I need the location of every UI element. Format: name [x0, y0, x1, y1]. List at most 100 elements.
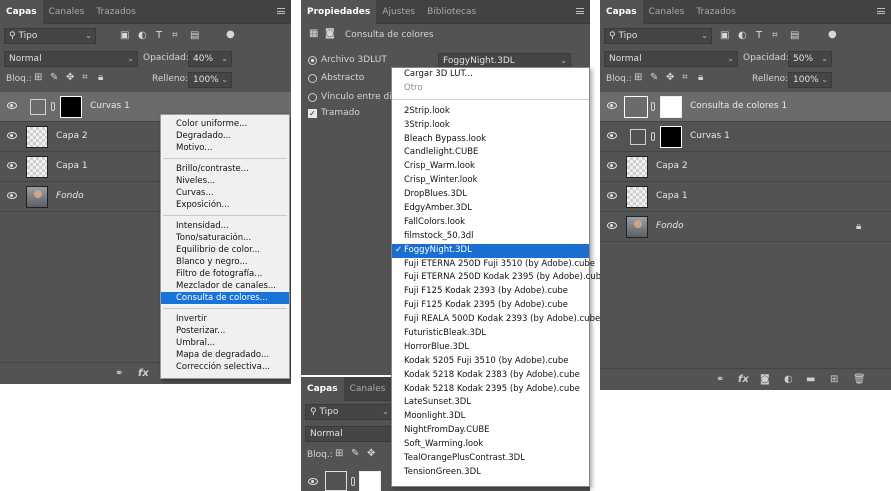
eye-icon[interactable] — [7, 162, 17, 169]
eye-icon[interactable] — [7, 102, 17, 109]
menu-item[interactable]: Umbral... — [161, 337, 289, 349]
filter-toggle-icon[interactable]: ● — [828, 30, 837, 40]
menu-item[interactable]: Exposición... — [161, 199, 289, 211]
dropdown-item[interactable]: Moonlight.3DL — [392, 410, 589, 424]
dropdown-item-selected[interactable]: ✓ FoggyNight.3DL — [392, 243, 589, 258]
dropdown-item[interactable]: TealOrangePlusContrast.3DL — [392, 452, 589, 466]
panel-menu-icon[interactable] — [277, 8, 285, 14]
eye-icon[interactable] — [607, 132, 617, 139]
lock-move-icon[interactable]: ✥ — [66, 73, 74, 83]
dropdown-item[interactable]: Fuji F125 Kodak 2393 (by Adobe).cube — [392, 285, 589, 299]
dropdown-item[interactable]: EdgyAmber.3DL — [392, 202, 589, 216]
dropdown-item[interactable]: TensionGreen.3DL — [392, 466, 589, 480]
menu-item[interactable]: Brillo/contraste... — [161, 163, 289, 175]
tab-trazados[interactable]: Trazados — [90, 0, 142, 24]
menu-item[interactable]: Color uniforme... — [161, 118, 289, 130]
filter-smart-icon[interactable]: ▤ — [790, 31, 799, 41]
lock-icon[interactable]: 🔒︎ — [698, 73, 703, 83]
layer-row[interactable]: Capa 2 — [600, 152, 891, 182]
dropdown-item[interactable]: Fuji ETERNA 250D Fuji 3510 (by Adobe).cu… — [392, 258, 595, 272]
filter-type-icon[interactable]: T — [756, 31, 762, 41]
fill-input[interactable]: 100% ⌄ — [188, 72, 232, 88]
dropdown-item[interactable]: HorrorBlue.3DL — [392, 341, 589, 355]
link-icon[interactable] — [351, 477, 355, 486]
menu-item[interactable]: Invertir — [161, 313, 289, 325]
opacity-input[interactable]: 50% ⌄ — [788, 51, 832, 67]
radio-vinculo[interactable] — [308, 93, 317, 102]
tab-trazados[interactable]: Trazados — [690, 0, 742, 24]
link-icon[interactable] — [651, 132, 655, 141]
radio-abstracto-label[interactable]: Abstracto — [321, 73, 364, 83]
lock-artboard-icon[interactable]: ⌗ — [682, 73, 688, 83]
lock-brush-icon[interactable]: ✎ — [50, 73, 58, 83]
fill-input[interactable]: 100% ⌄ — [788, 72, 832, 88]
dropdown-item[interactable]: LateSunset.3DL — [392, 396, 589, 410]
filter-adjustment-icon[interactable]: ◐ — [738, 31, 747, 41]
dropdown-item[interactable]: Fuji REALA 500D Kodak 2393 (by Adobe).cu… — [392, 313, 600, 327]
eye-icon[interactable] — [308, 478, 318, 485]
dropdown-item[interactable]: Fuji F125 Kodak 2395 (by Adobe).cube — [392, 299, 589, 313]
lock-move-icon[interactable]: ✥ — [666, 73, 674, 83]
layer-row[interactable]: Consulta de colores 1 — [600, 92, 891, 122]
link-icon[interactable]: ⚭ — [716, 374, 724, 385]
trash-icon[interactable]: 🗑︎ — [853, 374, 866, 385]
filter-pixel-icon[interactable]: ▣ — [720, 31, 729, 41]
link-icon[interactable] — [51, 102, 55, 111]
tab-bibliotecas[interactable]: Bibliotecas — [421, 0, 482, 24]
eye-icon[interactable] — [607, 192, 617, 199]
tab-capas[interactable]: Capas — [0, 0, 43, 24]
layer-name[interactable]: Fondo — [656, 221, 684, 231]
lock-artboard-icon[interactable]: ⌗ — [82, 73, 88, 83]
tab-canales[interactable]: Canales — [344, 377, 392, 401]
lock-brush-icon[interactable]: ✎ — [650, 73, 658, 83]
layer-row[interactable]: Fondo 🔒︎ — [600, 212, 891, 242]
dropdown-item[interactable]: 3Strip.look — [392, 119, 589, 133]
layer-row[interactable]: Capa 1 — [600, 182, 891, 212]
tab-canales[interactable]: Canales — [643, 0, 691, 24]
tab-capas[interactable]: Capas — [301, 377, 344, 401]
dropdown-item-load[interactable]: Cargar 3D LUT... — [392, 68, 589, 82]
mask-thumbnail[interactable] — [660, 96, 682, 118]
filter-shape-icon[interactable]: ⌗ — [772, 31, 778, 41]
filter-smart-icon[interactable]: ▤ — [190, 31, 199, 41]
dropdown-item[interactable]: FuturisticBleak.3DL — [392, 327, 589, 341]
blend-mode-select[interactable]: Normal — [305, 426, 393, 442]
menu-item-highlighted[interactable]: Consulta de colores... — [161, 292, 289, 304]
dropdown-item[interactable]: Bleach Bypass.look — [392, 133, 589, 147]
menu-item[interactable]: Blanco y negro... — [161, 256, 289, 268]
menu-item[interactable]: Filtro de fotografía... — [161, 268, 289, 280]
layer-name[interactable]: Fondo — [56, 191, 84, 201]
dropdown-item[interactable]: Candlelight.CUBE — [392, 146, 589, 160]
layer-name[interactable]: Curvas 1 — [690, 131, 730, 141]
lock-move-icon[interactable]: ✥ — [367, 449, 375, 459]
tab-capas[interactable]: Capas — [600, 0, 643, 24]
dropdown-item[interactable]: Kodak 5218 Kodak 2395 (by Adobe).cube — [392, 383, 589, 397]
mask-icon[interactable]: ◙ — [760, 374, 770, 385]
filter-toggle-icon[interactable]: ● — [226, 30, 235, 40]
opacity-input[interactable]: 40% ⌄ — [188, 51, 232, 67]
tab-propiedades[interactable]: Propiedades — [301, 0, 377, 24]
new-layer-icon[interactable]: ⊞ — [830, 374, 838, 385]
filter-shape-icon[interactable]: ⌗ — [172, 31, 178, 41]
mask-thumbnail[interactable] — [660, 126, 682, 148]
eye-icon[interactable] — [607, 102, 617, 109]
menu-item[interactable]: Curvas... — [161, 187, 289, 199]
radio-abstracto[interactable] — [308, 74, 317, 83]
dropdown-item[interactable]: FallColors.look — [392, 216, 589, 230]
eye-icon[interactable] — [607, 222, 617, 229]
link-icon[interactable] — [651, 102, 655, 111]
menu-item[interactable]: Equilibrio de color... — [161, 244, 289, 256]
lock-transparent-icon[interactable]: ⊞ — [34, 73, 42, 83]
menu-item[interactable]: Tono/saturación... — [161, 232, 289, 244]
layer-row[interactable]: Curvas 1 — [600, 122, 891, 152]
lock-transparent-icon[interactable]: ⊞ — [335, 449, 343, 459]
dropdown-item[interactable]: Crisp_Winter.look — [392, 174, 589, 188]
dropdown-item[interactable]: NightFromDay.CUBE — [392, 424, 589, 438]
mask-icon[interactable]: ◙ — [325, 29, 335, 39]
dropdown-item[interactable]: 2Strip.look — [392, 105, 589, 119]
tab-ajustes[interactable]: Ajustes — [376, 0, 421, 24]
layer-name[interactable]: Capa 2 — [56, 131, 88, 141]
layer-name[interactable]: Capa 1 — [56, 161, 88, 171]
dropdown-item[interactable]: Kodak 5218 Kodak 2383 (by Adobe).cube — [392, 369, 589, 383]
dropdown-item[interactable]: Crisp_Warm.look — [392, 160, 589, 174]
